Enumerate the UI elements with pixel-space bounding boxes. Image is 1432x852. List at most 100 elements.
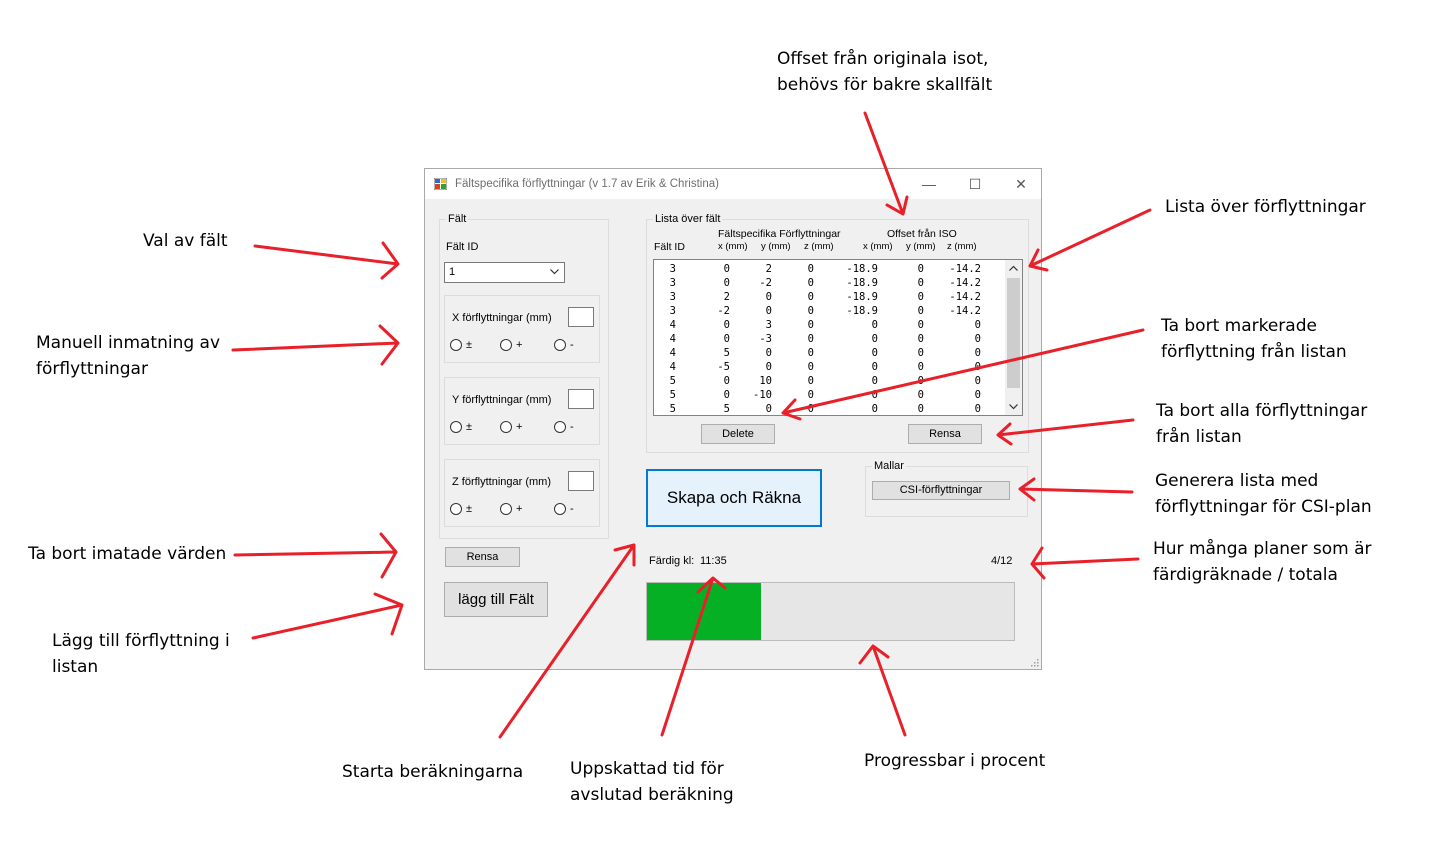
annotation-est-time: Uppskattad tid för avslutad beräkning <box>570 756 734 808</box>
list-item[interactable]: 5 5 0 0 0 0 0 <box>654 402 1004 415</box>
annotation-remove-selected: Ta bort markerade förflyttning från list… <box>1161 313 1347 365</box>
done-time: 11:35 <box>700 555 727 567</box>
annotation-remove-input: Ta bort imatade värden <box>28 541 226 567</box>
y-label: Y förflyttningar (mm) <box>452 394 552 406</box>
clear-list-button[interactable]: Rensa <box>908 424 982 444</box>
list-cell: 4 <box>669 361 676 373</box>
clear-input-button[interactable]: Rensa <box>445 547 520 567</box>
maximize-icon[interactable]: ☐ <box>955 173 995 195</box>
x-radio-plusminus[interactable] <box>450 339 462 351</box>
scroll-thumb[interactable] <box>1007 278 1020 388</box>
list-cell: 0 <box>917 291 924 303</box>
list-scrollbar[interactable] <box>1005 260 1022 415</box>
y-radio-plus[interactable] <box>500 421 512 433</box>
annotation-start-line1: Starta beräkningarna <box>342 762 524 782</box>
y-radio-minus-label: - <box>570 421 574 433</box>
x-radio-plus[interactable] <box>500 339 512 351</box>
x-input[interactable] <box>568 307 594 327</box>
x-radio-minus[interactable] <box>554 339 566 351</box>
scroll-down-icon[interactable] <box>1009 404 1018 410</box>
arrow-add-to-list <box>251 592 404 640</box>
list-item[interactable]: 4 -5 0 0 0 0 0 <box>654 360 1004 374</box>
annotation-remove-selected-line1: Ta bort markerade <box>1161 316 1317 336</box>
list-cell: 0 <box>871 333 878 345</box>
z-radio-minus-label: - <box>570 503 574 515</box>
scroll-up-icon[interactable] <box>1009 265 1018 271</box>
run-button[interactable]: Skapa och Räkna <box>646 469 822 527</box>
list-cell: 0 <box>807 333 814 345</box>
list-cell: 0 <box>974 403 981 415</box>
list-cell: 0 <box>917 347 924 359</box>
list-cell: 0 <box>723 333 730 345</box>
annotation-add-to-list-line2: listan <box>52 657 99 677</box>
add-field-button[interactable]: lägg till Fält <box>444 582 548 617</box>
list-item[interactable]: 3 0 -2 0 -18.9 0 -14.2 <box>654 276 1004 290</box>
annotation-generate-csi-line1: Generera lista med <box>1155 471 1319 491</box>
y-input[interactable] <box>568 389 594 409</box>
list-cell: -10 <box>753 389 772 401</box>
list-rows: 3 0 2 0 -18.9 0 -14.2 3 0 -2 0 -18.9 0 -14.2 3 2 0 0 -18.9… <box>654 262 1004 415</box>
list-cell: 0 <box>917 375 924 387</box>
list-cell: 0 <box>723 389 730 401</box>
list-cell: -18.9 <box>846 277 878 289</box>
list-cell: 0 <box>974 319 981 331</box>
list-item[interactable]: 3 0 2 0 -18.9 0 -14.2 <box>654 262 1004 276</box>
x-group <box>444 295 600 363</box>
annotation-count-line1: Hur många planer som är <box>1153 539 1372 559</box>
list-item[interactable]: 4 5 0 0 0 0 0 <box>654 346 1004 360</box>
z-radio-plusminus[interactable] <box>450 503 462 515</box>
annotation-choose-field: Val av fält <box>143 228 228 254</box>
list-cell: 0 <box>974 347 981 359</box>
list-cell: -14.2 <box>949 277 981 289</box>
list-cell: 5 <box>669 403 676 415</box>
list-item[interactable]: 4 0 -3 0 0 0 0 <box>654 332 1004 346</box>
falt-id-select[interactable]: 1 <box>444 262 565 283</box>
list-cell: 0 <box>807 305 814 317</box>
falt-id-value: 1 <box>449 266 456 278</box>
list-cell: 3 <box>669 291 676 303</box>
list-cell: 0 <box>807 263 814 275</box>
csi-button[interactable]: CSI-förflyttningar <box>872 481 1010 500</box>
field-listbox[interactable]: 3 0 2 0 -18.9 0 -14.2 3 0 -2 0 -18.9 0 -14.2 3 2 0 0 -18.9… <box>653 259 1023 416</box>
list-item[interactable]: 4 0 3 0 0 0 0 <box>654 318 1004 332</box>
list-cell: 0 <box>807 347 814 359</box>
list-cell: 0 <box>723 263 730 275</box>
z-input[interactable] <box>568 471 594 491</box>
list-item[interactable]: 3 2 0 0 -18.9 0 -14.2 <box>654 290 1004 304</box>
falt-id-label: Fält ID <box>446 241 479 253</box>
annotation-remove-all: Ta bort alla förflyttningar från listan <box>1156 398 1367 450</box>
resize-grip-icon[interactable] <box>1029 657 1039 667</box>
y-radio-plusminus[interactable] <box>450 421 462 433</box>
annotation-offset: Offset från originala isot, behövs för b… <box>777 46 992 98</box>
list-cell: -14.2 <box>949 305 981 317</box>
annotation-offset-line2: behövs för bakre skallfält <box>777 75 993 95</box>
minimize-icon[interactable]: — <box>909 173 949 195</box>
list-item[interactable]: 5 0 10 0 0 0 0 <box>654 374 1004 388</box>
delete-button[interactable]: Delete <box>701 424 775 444</box>
list-cell: 0 <box>871 375 878 387</box>
annotation-list-line1: Lista över förflyttningar <box>1165 197 1366 217</box>
list-item[interactable]: 5 0 -10 0 0 0 0 <box>654 388 1004 402</box>
annotation-est-time-line2: avslutad beräkning <box>570 785 734 805</box>
list-group-label: Lista över fält <box>653 213 723 225</box>
list-cell: 0 <box>917 263 924 275</box>
close-icon[interactable]: ✕ <box>1001 173 1041 195</box>
z-radio-minus[interactable] <box>554 503 566 515</box>
list-item[interactable]: 3 -2 0 0 -18.9 0 -14.2 <box>654 304 1004 318</box>
annotation-progress: Progressbar i procent <box>864 748 1045 774</box>
done-label: Färdig kl: <box>649 555 695 567</box>
list-cell: -18.9 <box>846 291 878 303</box>
list-cell: 0 <box>807 319 814 331</box>
list-cell: 0 <box>917 333 924 345</box>
list-cell: 0 <box>917 389 924 401</box>
z-radio-plus[interactable] <box>500 503 512 515</box>
list-cell: 0 <box>917 319 924 331</box>
list-cell: 2 <box>723 291 730 303</box>
annotation-remove-all-line1: Ta bort alla förflyttningar <box>1156 401 1368 421</box>
title-bar[interactable]: Fältspecifika förflyttningar (v 1.7 av E… <box>425 169 1041 199</box>
x-radio-plusminus-label: ± <box>466 339 473 351</box>
list-cell: 0 <box>807 277 814 289</box>
y-radio-minus[interactable] <box>554 421 566 433</box>
list-cell: 4 <box>669 347 676 359</box>
app-window: Fältspecifika förflyttningar (v 1.7 av E… <box>424 168 1042 670</box>
